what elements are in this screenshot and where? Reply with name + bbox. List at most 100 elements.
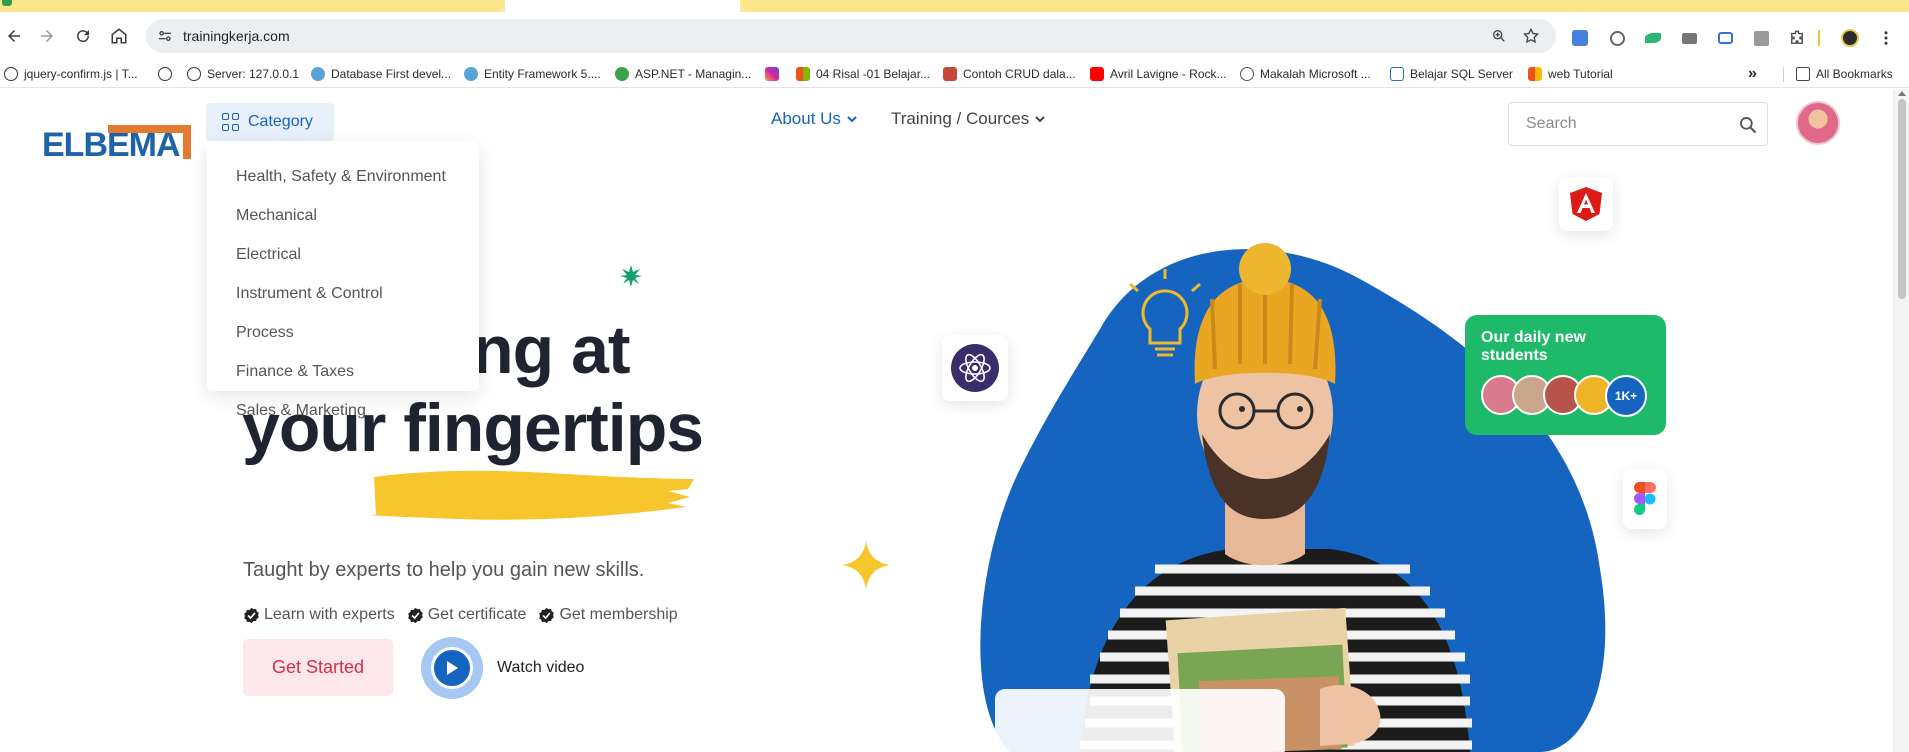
toolbar-divider bbox=[1818, 30, 1820, 46]
edge-icon bbox=[464, 67, 478, 81]
forward-button[interactable] bbox=[33, 22, 61, 50]
students-avatars: 1K+ bbox=[1481, 375, 1656, 417]
scroll-up-arrow-icon[interactable] bbox=[1898, 91, 1906, 96]
category-item-hse[interactable]: Health, Safety & Environment bbox=[207, 157, 479, 196]
bookmark-item[interactable] bbox=[158, 65, 178, 83]
page-scrollbar[interactable] bbox=[1893, 89, 1909, 752]
chevron-down-icon bbox=[847, 116, 857, 123]
screen-record-extension-icon[interactable] bbox=[1715, 28, 1735, 48]
aspnet-icon bbox=[615, 67, 629, 81]
profile-icon[interactable] bbox=[1840, 28, 1860, 48]
category-item-instrument-control[interactable]: Instrument & Control bbox=[207, 274, 479, 313]
tab-strip bbox=[0, 0, 1909, 12]
perk-item: Learn with experts bbox=[243, 606, 395, 624]
home-button[interactable] bbox=[105, 22, 133, 50]
scrollbar-thumb[interactable] bbox=[1898, 99, 1906, 299]
user-avatar[interactable] bbox=[1796, 101, 1840, 145]
extension-leaf-icon[interactable] bbox=[1643, 28, 1663, 48]
category-item-electrical[interactable]: Electrical bbox=[207, 235, 479, 274]
watch-video-label: Watch video bbox=[497, 659, 585, 676]
bookmarks-divider bbox=[1783, 67, 1784, 82]
angular-card bbox=[1559, 177, 1613, 231]
grid-icon bbox=[222, 113, 240, 131]
bookmarks-overflow-button[interactable]: » bbox=[1748, 65, 1757, 83]
hero-illustration bbox=[980, 243, 1606, 752]
puzzle-extensions-icon[interactable] bbox=[1787, 28, 1807, 48]
edge-icon bbox=[311, 67, 325, 81]
play-button[interactable] bbox=[421, 637, 483, 699]
arrow-left-icon bbox=[8, 30, 20, 42]
category-item-mechanical[interactable]: Mechanical bbox=[207, 196, 479, 235]
nav-about-us[interactable]: About Us bbox=[771, 109, 858, 129]
category-item-process[interactable]: Process bbox=[207, 313, 479, 352]
address-bar[interactable]: trainingkerja.com bbox=[146, 19, 1556, 53]
zoom-icon[interactable] bbox=[1489, 26, 1509, 46]
figma-card bbox=[1623, 469, 1667, 529]
bookmark-item[interactable]: Database First devel... bbox=[311, 65, 451, 83]
bookmark-item[interactable]: web Tutorial bbox=[1528, 65, 1613, 83]
bookmark-item[interactable]: jquery-confirm.js | T... bbox=[4, 65, 138, 83]
search-input[interactable] bbox=[1509, 103, 1719, 145]
yellow-star-icon bbox=[842, 541, 890, 594]
check-badge-icon bbox=[407, 607, 423, 623]
watch-video-button[interactable]: Watch video bbox=[421, 637, 584, 699]
sql-icon bbox=[1390, 67, 1404, 81]
folder-icon bbox=[1796, 67, 1810, 81]
play-icon bbox=[447, 661, 458, 675]
all-bookmarks-button[interactable]: All Bookmarks bbox=[1796, 65, 1893, 83]
angular-icon bbox=[1570, 187, 1602, 221]
globe-icon bbox=[4, 67, 18, 81]
hero-subtitle: Taught by experts to help you gain new s… bbox=[243, 559, 645, 581]
menu-kebab-icon[interactable] bbox=[1876, 28, 1896, 48]
tab-favicon bbox=[2, 0, 12, 6]
search-box bbox=[1508, 102, 1768, 146]
get-started-button[interactable]: Get Started bbox=[243, 639, 393, 696]
react-card bbox=[942, 335, 1008, 401]
bookmark-item[interactable]: Makalah Microsoft ... bbox=[1240, 65, 1371, 83]
extension-circle-icon[interactable] bbox=[1607, 28, 1627, 48]
hero-perks: Learn with experts Get certificate Get m… bbox=[243, 606, 678, 624]
microsoft-icon bbox=[796, 67, 810, 81]
home-icon bbox=[111, 28, 127, 44]
bookmark-item[interactable]: ASP.NET - Managin... bbox=[615, 65, 751, 83]
students-card-title: Our daily new students bbox=[1481, 329, 1586, 364]
globe-icon bbox=[158, 67, 172, 81]
site-info-icon[interactable] bbox=[156, 27, 174, 45]
bookmark-item[interactable]: 04 Risal -01 Belajar... bbox=[796, 65, 930, 83]
reload-button[interactable] bbox=[69, 22, 97, 50]
bookmark-item[interactable]: Entity Framework 5.... bbox=[464, 65, 601, 83]
daily-students-card: Our daily new students 1K+ bbox=[1465, 315, 1666, 435]
bookmark-item[interactable]: Belajar SQL Server bbox=[1390, 65, 1513, 83]
back-button[interactable] bbox=[0, 22, 28, 50]
inactive-tab[interactable] bbox=[740, 0, 1909, 12]
bookmark-item[interactable]: Server: 127.0.0.1 bbox=[187, 65, 299, 83]
logo-accent bbox=[183, 125, 191, 159]
category-dropdown-menu: Health, Safety & Environment Mechanical … bbox=[207, 141, 479, 419]
bookmarks-bar: jquery-confirm.js | T... Server: 127.0.0… bbox=[0, 60, 1909, 88]
brush-highlight bbox=[370, 470, 694, 520]
reload-icon bbox=[77, 30, 90, 43]
translate-extension-icon[interactable] bbox=[1570, 28, 1590, 48]
chevron-down-icon bbox=[1035, 116, 1045, 123]
camera-extension-icon[interactable] bbox=[1679, 28, 1699, 48]
image-extension-icon[interactable] bbox=[1751, 28, 1771, 48]
active-tab[interactable] bbox=[0, 0, 505, 12]
bookmark-item[interactable]: Avril Lavigne - Rock... bbox=[1090, 65, 1227, 83]
bookmark-item[interactable]: Contoh CRUD dala... bbox=[943, 65, 1076, 83]
tab-gap bbox=[505, 0, 740, 12]
category-button[interactable]: Category bbox=[206, 103, 334, 141]
category-item-sales-marketing[interactable]: Sales & Marketing bbox=[207, 391, 479, 430]
category-item-finance-taxes[interactable]: Finance & Taxes bbox=[207, 352, 479, 391]
perk-item: Get membership bbox=[538, 606, 678, 624]
globe-icon bbox=[187, 67, 201, 81]
green-star-icon bbox=[620, 265, 642, 292]
arrow-right-icon bbox=[41, 30, 53, 42]
atom-icon bbox=[951, 344, 999, 392]
bookmark-item[interactable] bbox=[765, 65, 785, 83]
bookmark-star-icon[interactable] bbox=[1521, 26, 1541, 46]
perk-item: Get certificate bbox=[407, 606, 526, 624]
url-text[interactable]: trainingkerja.com bbox=[183, 28, 290, 44]
youtube-icon bbox=[1090, 67, 1104, 81]
search-icon[interactable] bbox=[1738, 115, 1758, 135]
nav-training-courses[interactable]: Training / Cources bbox=[891, 109, 1046, 129]
